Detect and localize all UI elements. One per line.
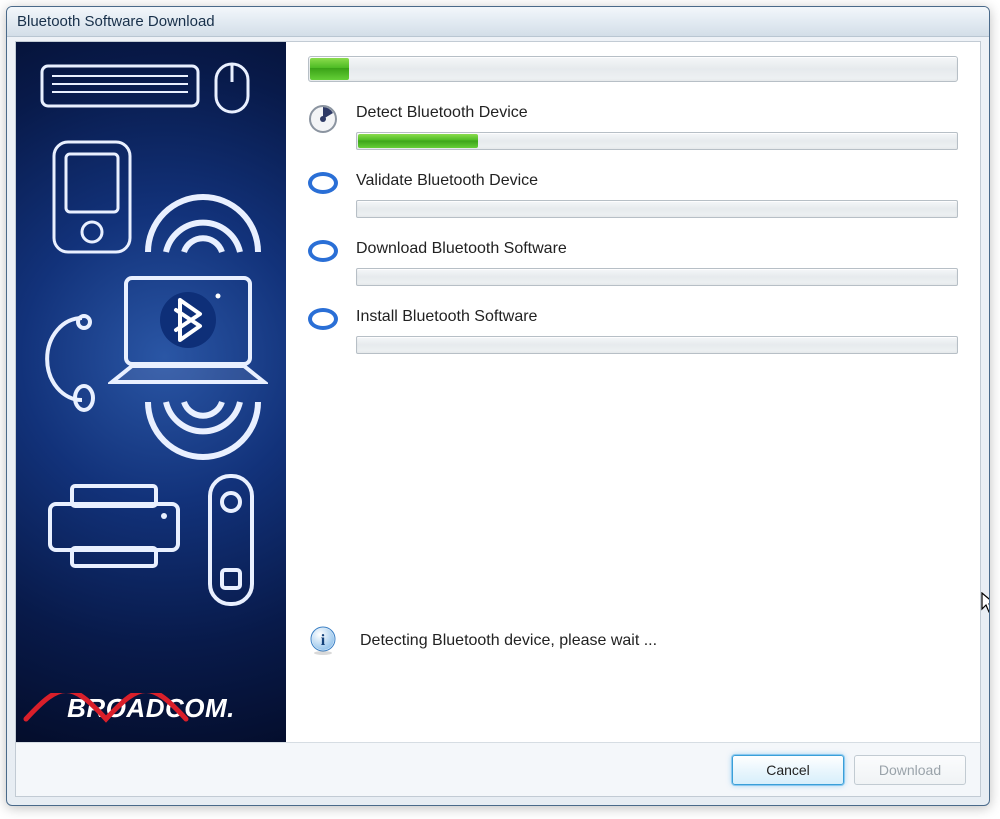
- step-progress: [356, 132, 958, 150]
- overall-progress: [308, 56, 958, 82]
- step-validate: Validate Bluetooth Device: [308, 172, 958, 218]
- footer: Cancel Download: [16, 742, 980, 796]
- download-button[interactable]: Download: [854, 755, 966, 785]
- step-pending-icon: [308, 308, 338, 330]
- brand-logo: BROADCOM.: [16, 693, 286, 724]
- cancel-button[interactable]: Cancel: [732, 755, 844, 785]
- step-install: Install Bluetooth Software: [308, 308, 958, 354]
- step-active-icon: [308, 104, 338, 134]
- step-progress: [356, 268, 958, 286]
- installer-window: Bluetooth Software Download: [6, 6, 990, 806]
- overall-progress-fill: [310, 58, 349, 80]
- client-area: BROADCOM.: [15, 41, 981, 797]
- step-label: Detect Bluetooth Device: [356, 104, 958, 122]
- info-icon: i: [308, 626, 338, 656]
- status-message: Detecting Bluetooth device, please wait …: [360, 632, 657, 650]
- step-progress-fill: [358, 134, 478, 148]
- main-panel: Detect Bluetooth Device Validate Bluetoo…: [286, 42, 980, 742]
- step-download: Download Bluetooth Software: [308, 240, 958, 286]
- step-progress: [356, 200, 958, 218]
- step-progress: [356, 336, 958, 354]
- titlebar[interactable]: Bluetooth Software Download: [7, 7, 989, 37]
- step-pending-icon: [308, 240, 338, 262]
- window-title: Bluetooth Software Download: [17, 13, 215, 30]
- step-detect: Detect Bluetooth Device: [308, 104, 958, 150]
- svg-text:i: i: [321, 632, 326, 649]
- sidebar-artwork: BROADCOM.: [16, 42, 286, 742]
- step-label: Validate Bluetooth Device: [356, 172, 958, 190]
- step-pending-icon: [308, 172, 338, 194]
- status-row: i Detecting Bluetooth device, please wai…: [308, 626, 657, 656]
- step-label: Install Bluetooth Software: [356, 308, 958, 326]
- cursor-icon: [981, 592, 990, 619]
- step-label: Download Bluetooth Software: [356, 240, 958, 258]
